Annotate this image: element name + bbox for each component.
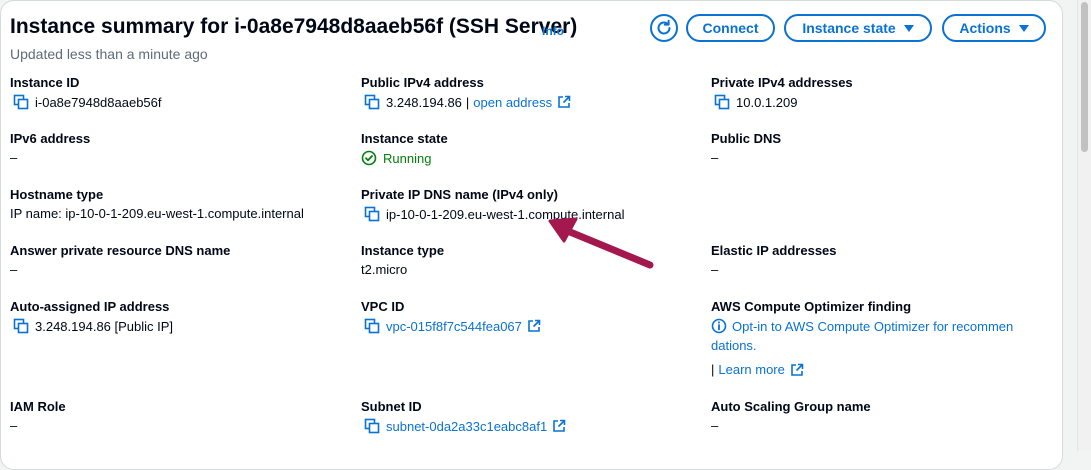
check-circle-icon xyxy=(361,150,377,166)
hostname-type-label: Hostname type xyxy=(10,187,104,202)
refresh-button[interactable] xyxy=(650,14,678,42)
ipv6-label: IPv6 address xyxy=(10,131,91,146)
private-ipv4-text: 10.0.1.209 xyxy=(736,94,798,110)
iam-role-value: – xyxy=(10,418,18,433)
copy-icon[interactable] xyxy=(714,94,730,110)
refresh-icon xyxy=(657,19,671,35)
caret-down-icon xyxy=(1018,24,1029,32)
actions-button[interactable]: Actions xyxy=(942,14,1046,42)
annotation-arrow xyxy=(548,217,654,269)
separator: | xyxy=(711,362,715,377)
scrollbar-thumb[interactable] xyxy=(1081,2,1088,152)
updated-status: Updated less than a minute ago xyxy=(10,46,208,62)
hostname-type-value: IP name: ip-10-0-1-209.eu-west-1.compute… xyxy=(10,206,304,221)
auto-ip-value: 3.248.194.86 [Public IP] xyxy=(13,318,173,334)
elastic-ip-label: Elastic IP addresses xyxy=(711,243,837,258)
vertical-scrollbar[interactable] xyxy=(1077,0,1091,451)
learn-more-link[interactable]: Learn more xyxy=(718,362,784,377)
public-dns-label: Public DNS xyxy=(711,131,782,146)
public-ipv4-label: Public IPv4 address xyxy=(361,75,484,90)
connect-label: Connect xyxy=(702,20,759,36)
instance-id-label: Instance ID xyxy=(10,75,80,90)
subnet-id-label: Subnet ID xyxy=(361,399,422,414)
external-link-icon[interactable] xyxy=(790,363,804,377)
auto-ip-text: 3.248.194.86 [Public IP] xyxy=(35,318,174,334)
subnet-id-value: subnet-0da2a33c1eabc8af1 xyxy=(364,418,566,434)
instance-id-text: i-0a8e7948d8aaeb56f xyxy=(35,94,162,110)
copy-icon[interactable] xyxy=(13,94,29,110)
external-link-icon[interactable] xyxy=(527,319,541,333)
vpc-id-value: vpc-015f8f7c544fea067 xyxy=(364,318,541,334)
private-ipv4-label: Private IPv4 addresses xyxy=(711,75,853,90)
optimizer-label: AWS Compute Optimizer finding xyxy=(711,299,912,314)
external-link-icon[interactable] xyxy=(552,419,566,433)
connect-button[interactable]: Connect xyxy=(686,14,775,42)
auto-ip-label: Auto-assigned IP address xyxy=(10,299,170,314)
instance-id-value: i-0a8e7948d8aaeb56f xyxy=(13,94,162,110)
instance-type-value: t2.micro xyxy=(361,262,408,277)
optimizer-optin-text-line2[interactable]: dations. xyxy=(711,338,757,353)
copy-icon[interactable] xyxy=(364,418,380,434)
actions-label: Actions xyxy=(959,20,1011,36)
instance-state-text: Running xyxy=(383,150,432,166)
answer-dns-value: – xyxy=(10,262,18,277)
info-link[interactable]: Info xyxy=(542,24,564,38)
answer-dns-label: Answer private resource DNS name xyxy=(10,243,231,258)
learn-more-row: | Learn more xyxy=(711,362,804,377)
asg-name-label: Auto Scaling Group name xyxy=(711,399,871,414)
subnet-id-link[interactable]: subnet-0da2a33c1eabc8af1 xyxy=(386,419,547,434)
vpc-id-link[interactable]: vpc-015f8f7c544fea067 xyxy=(386,319,522,334)
separator: | xyxy=(465,94,470,110)
asg-name-value: – xyxy=(711,418,719,433)
public-ipv4-text: 3.248.194.86 xyxy=(386,94,462,110)
public-ipv4-value: 3.248.194.86 | open address xyxy=(364,94,571,110)
copy-icon[interactable] xyxy=(364,206,380,222)
optimizer-optin-link[interactable]: Opt-in to AWS Compute Optimizer for reco… xyxy=(711,318,1013,334)
copy-icon[interactable] xyxy=(364,318,380,334)
external-link-icon[interactable] xyxy=(557,95,571,109)
instance-state-value: Running xyxy=(361,150,431,166)
instance-state-button[interactable]: Instance state xyxy=(784,14,932,42)
copy-icon[interactable] xyxy=(364,94,380,110)
ipv6-value: – xyxy=(10,150,18,165)
copy-icon[interactable] xyxy=(13,318,29,334)
vpc-id-label: VPC ID xyxy=(361,299,405,314)
info-circle-icon xyxy=(711,318,727,334)
open-address-link[interactable]: open address xyxy=(473,95,552,110)
private-ipv4-value: 10.0.1.209 xyxy=(714,94,797,110)
caret-down-icon xyxy=(903,24,914,32)
instance-state-label: Instance state xyxy=(802,20,896,36)
instance-summary-panel: Instance summary for i-0a8e7948d8aaeb56f… xyxy=(0,0,1063,470)
page-title: Instance summary for i-0a8e7948d8aaeb56f… xyxy=(10,15,578,38)
instance-state-field-label: Instance state xyxy=(361,131,448,146)
public-dns-value: – xyxy=(711,150,719,165)
iam-role-label: IAM Role xyxy=(10,399,66,414)
private-dns-label: Private IP DNS name (IPv4 only) xyxy=(361,187,558,202)
elastic-ip-value: – xyxy=(711,262,719,277)
optimizer-optin-text: Opt-in to AWS Compute Optimizer for reco… xyxy=(732,318,1014,334)
instance-type-label: Instance type xyxy=(361,243,445,258)
